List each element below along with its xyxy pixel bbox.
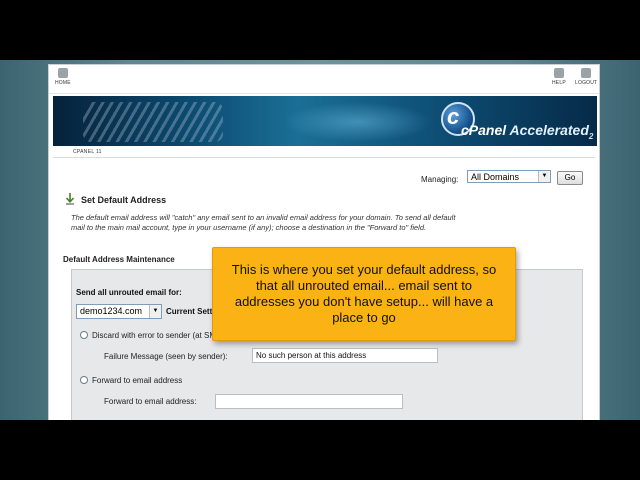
- forward-address-label: Forward to email address:: [104, 397, 197, 406]
- managing-select[interactable]: All Domains ▼: [467, 170, 551, 183]
- failure-message-label: Failure Message (seen by sender):: [104, 352, 228, 361]
- go-button[interactable]: Go: [557, 171, 583, 185]
- managing-select-value: All Domains: [471, 172, 520, 182]
- download-arrow-icon: [65, 193, 75, 205]
- logout-icon: [581, 68, 592, 78]
- home-link[interactable]: HOME: [55, 68, 71, 86]
- logout-label: LOGOUT: [575, 80, 598, 86]
- help-label: HELP: [552, 80, 566, 86]
- failure-message-input[interactable]: No such person at this address: [252, 348, 438, 363]
- header-banner: c cPanel Accelerated2: [53, 96, 597, 146]
- forward-radio[interactable]: [80, 376, 88, 384]
- logout-link[interactable]: LOGOUT: [575, 68, 597, 86]
- brand-accelerated: Accelerated: [509, 122, 589, 138]
- section-description: The default email address will "catch" a…: [71, 213, 577, 233]
- help-icon: [553, 68, 564, 78]
- brand-version: 2: [588, 131, 594, 141]
- description-line-1: The default email address will "catch" a…: [71, 213, 456, 222]
- video-frame: HOME HELP LOGOUT c cPanel Accelerated2 C…: [0, 60, 640, 420]
- home-icon: [57, 68, 68, 78]
- logo-wordmark: cPanel Accelerated2: [461, 122, 593, 141]
- chevron-down-icon: ▼: [538, 171, 550, 182]
- top-toolbar: HOME HELP LOGOUT: [49, 65, 599, 94]
- home-label: HOME: [55, 80, 71, 86]
- managing-label: Managing:: [421, 175, 459, 184]
- brand-cpanel: cPanel: [461, 122, 507, 138]
- cpanel-page: HOME HELP LOGOUT c cPanel Accelerated2 C…: [48, 64, 600, 420]
- callout-text: This is where you set your default addre…: [231, 262, 497, 325]
- help-link[interactable]: HELP: [552, 68, 566, 86]
- forward-option-label: Forward to email address: [92, 376, 183, 385]
- domain-select-value: demo1234.com: [80, 306, 143, 316]
- chevron-down-icon: ▼: [149, 305, 161, 318]
- domain-select[interactable]: demo1234.com ▼: [76, 304, 162, 319]
- logo-letter: c: [447, 104, 460, 129]
- forward-address-input[interactable]: [215, 394, 403, 409]
- discard-radio[interactable]: [80, 331, 88, 339]
- network-cable-graphic: [83, 102, 223, 142]
- tutorial-callout: This is where you set your default addre…: [212, 247, 516, 341]
- breadcrumb-divider: [53, 157, 595, 158]
- world-map-graphic: [283, 102, 433, 142]
- send-unrouted-label: Send all unrouted email for:: [76, 288, 182, 297]
- breadcrumb[interactable]: CPANEL 11: [73, 149, 102, 155]
- page-title: Set Default Address: [81, 195, 167, 205]
- description-line-2: mail to the main mail account, type in y…: [71, 223, 427, 232]
- maintenance-heading: Default Address Maintenance: [63, 255, 175, 264]
